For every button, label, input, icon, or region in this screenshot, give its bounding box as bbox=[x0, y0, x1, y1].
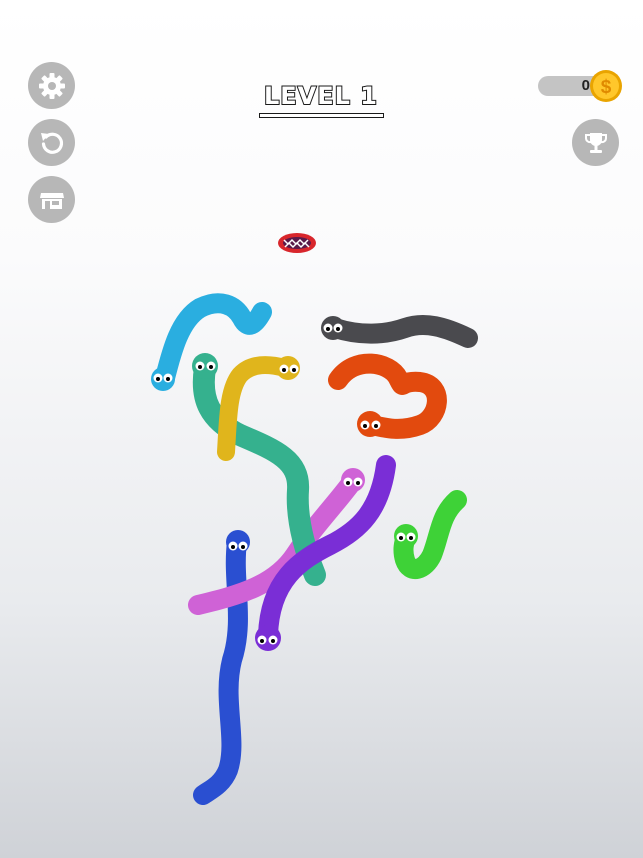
worm-green[interactable] bbox=[393, 490, 467, 579]
worm-purple[interactable] bbox=[255, 455, 396, 651]
game-board[interactable] bbox=[0, 0, 643, 858]
worm-orange[interactable] bbox=[328, 353, 447, 439]
worm-blue[interactable] bbox=[193, 530, 250, 805]
worm-gray[interactable] bbox=[321, 315, 478, 348]
worm-teal[interactable] bbox=[192, 353, 326, 586]
monster-mouth-icon[interactable] bbox=[278, 233, 316, 253]
